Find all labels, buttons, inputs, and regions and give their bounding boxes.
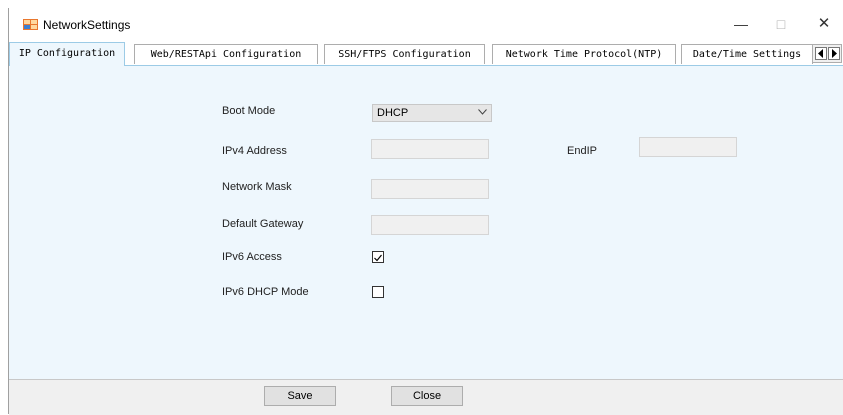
app-icon — [23, 19, 38, 30]
endip-label: EndIP — [567, 145, 597, 157]
checkmark-icon — [374, 254, 382, 262]
ipv6-access-label: IPv6 Access — [222, 251, 282, 263]
endip-field[interactable] — [639, 137, 737, 157]
tab-ssh-ftps-configuration[interactable]: SSH/FTPS Configuration — [324, 44, 485, 64]
default-gateway-field[interactable] — [371, 215, 489, 235]
close-button[interactable]: Close — [391, 386, 463, 406]
boot-mode-label: Boot Mode — [222, 105, 276, 117]
title-bar: NetworkSettings — □ ✕ — [9, 8, 843, 38]
maximize-button[interactable]: □ — [761, 12, 801, 36]
arrow-left-icon — [818, 49, 823, 58]
tab-ip-configuration[interactable]: IP Configuration — [9, 42, 125, 66]
footer-bar: Save Close — [9, 379, 843, 415]
tab-scroll-right-button[interactable] — [828, 47, 840, 60]
ipv6-access-checkbox[interactable] — [372, 251, 384, 263]
network-mask-field[interactable] — [371, 179, 489, 199]
ipv4-address-field[interactable] — [371, 139, 489, 159]
tab-date-time-settings[interactable]: Date/Time Settings — [681, 44, 813, 64]
boot-mode-value: DHCP — [377, 107, 409, 119]
minimize-button[interactable]: — — [721, 12, 761, 36]
ip-configuration-panel: Boot Mode DHCP IPv4 Address EndIP Networ… — [9, 65, 843, 380]
window-title: NetworkSettings — [43, 18, 131, 32]
ipv6-dhcp-mode-checkbox[interactable] — [372, 286, 384, 298]
default-gateway-label: Default Gateway — [222, 218, 304, 230]
tab-strip: IP Configuration Web/RESTApi Configurati… — [9, 42, 843, 66]
ipv4-address-label: IPv4 Address — [222, 145, 287, 157]
network-settings-window: NetworkSettings — □ ✕ IP Configuration W… — [8, 8, 843, 415]
tab-scroll-buttons — [812, 44, 842, 63]
tab-ntp[interactable]: Network Time Protocol(NTP) — [492, 44, 676, 64]
chevron-down-icon — [478, 109, 487, 115]
save-button[interactable]: Save — [264, 386, 336, 406]
close-window-button[interactable]: ✕ — [804, 12, 843, 36]
tab-scroll-left-button[interactable] — [815, 47, 827, 60]
network-mask-label: Network Mask — [222, 181, 292, 193]
arrow-right-icon — [832, 49, 837, 58]
ipv6-dhcp-mode-label: IPv6 DHCP Mode — [222, 286, 309, 298]
tab-web-restapi-configuration[interactable]: Web/RESTApi Configuration — [134, 44, 318, 64]
boot-mode-select[interactable]: DHCP — [372, 104, 492, 122]
